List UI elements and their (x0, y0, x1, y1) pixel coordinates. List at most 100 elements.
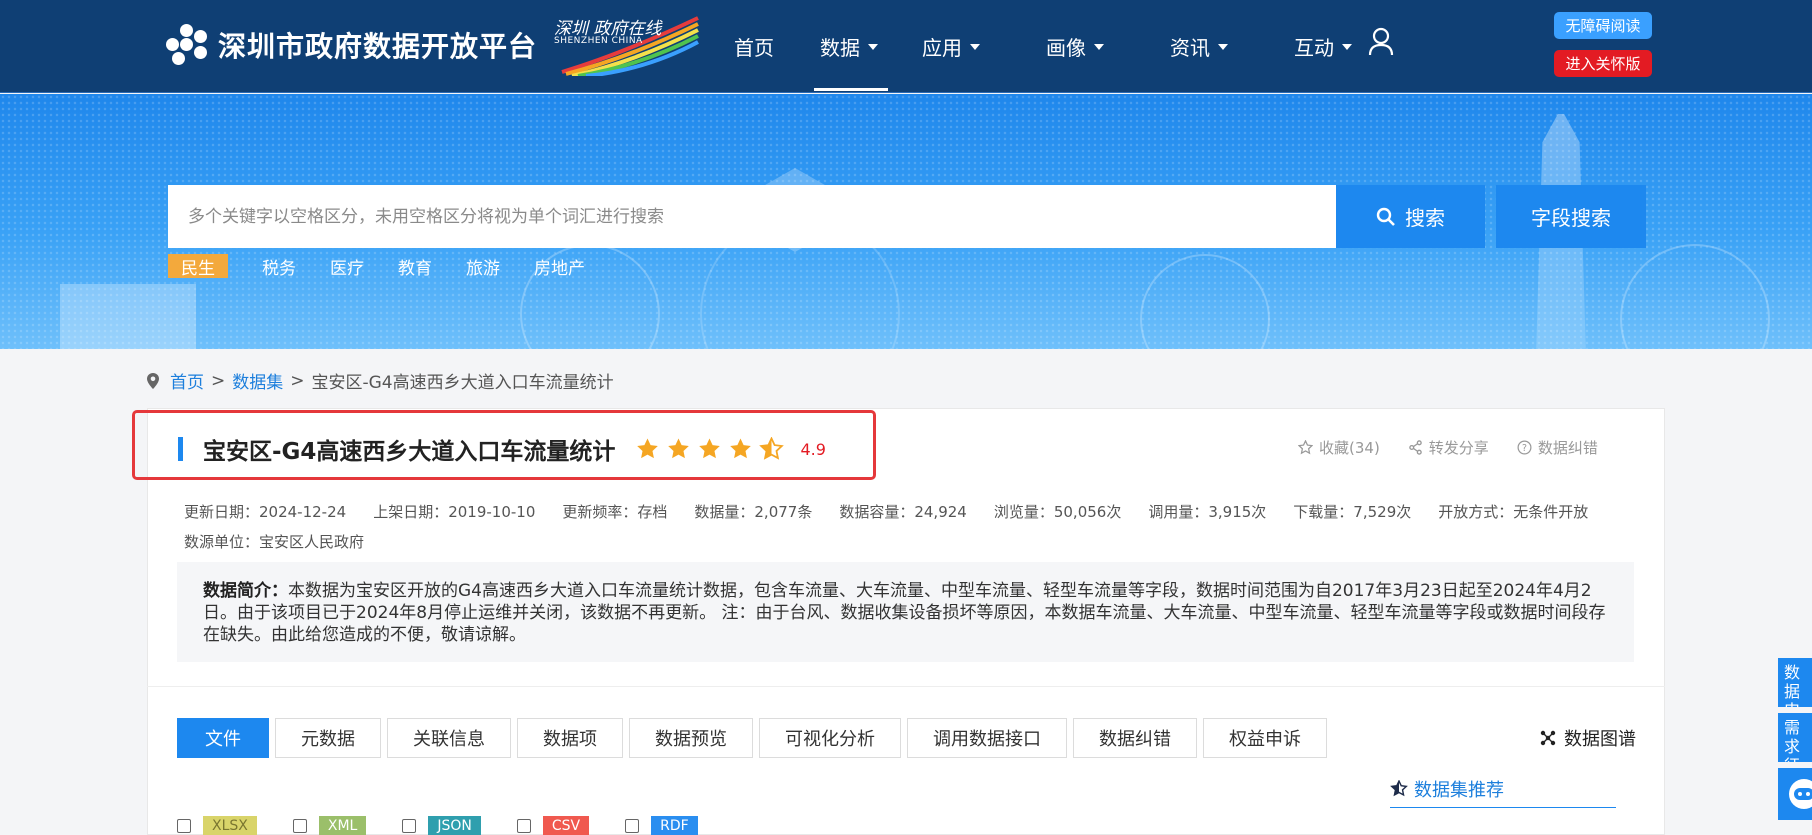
tab-files[interactable]: 文件 (177, 718, 269, 758)
error-report-button[interactable]: ? 数据纠错 (1517, 437, 1598, 458)
format-badge: JSON (428, 816, 481, 835)
data-graph-link[interactable]: 数据图谱 (1540, 725, 1636, 751)
meta-api-calls: 调用量：3,915次 (1148, 503, 1267, 521)
breadcrumb-home[interactable]: 首页 (170, 368, 204, 393)
sz-logo-en: SHENZHEN CHINA (554, 36, 643, 46)
format-badge: CSV (542, 816, 590, 835)
field-search-button[interactable]: 字段搜索 (1496, 185, 1646, 248)
nav-portrait[interactable]: 画像 (998, 0, 1122, 93)
breadcrumb-separator: > (211, 370, 226, 391)
hot-tag[interactable]: 教育 (398, 254, 432, 279)
breadcrumb-separator: > (290, 370, 305, 391)
side-demand-button[interactable]: 需求征集 (1778, 713, 1812, 762)
tab-visual-analysis[interactable]: 可视化分析 (759, 718, 901, 758)
title-accent-bar (178, 437, 183, 461)
hot-tag[interactable]: 旅游 (466, 254, 500, 279)
format-option[interactable]: XLSX (177, 816, 257, 835)
nav-apps[interactable]: 应用 (896, 0, 998, 93)
description-text: 本数据为宝安区开放的G4高速西乡大道入口车流量统计数据，包含车流量、大车流量、中… (203, 581, 1606, 645)
chevron-down-icon (1218, 43, 1228, 50)
format-option[interactable]: CSV (516, 816, 590, 835)
dataset-title-area: 宝安区-G4高速西乡大道入口车流量统计 4.9 (178, 432, 826, 466)
search-icon (1376, 207, 1395, 226)
format-option[interactable]: XML (292, 816, 367, 835)
site-title: 深圳市政府数据开放平台 (218, 30, 538, 63)
format-checkbox[interactable] (177, 818, 191, 833)
nav-home[interactable]: 首页 (716, 0, 792, 93)
star-rating[interactable]: 4.9 (635, 437, 826, 461)
hot-tag[interactable]: 民生 (168, 254, 228, 279)
tab-api[interactable]: 调用数据接口 (907, 718, 1067, 758)
meta-source-unit: 数源单位：宝安区人民政府 (184, 533, 365, 551)
nav-label: 画像 (1046, 36, 1086, 60)
search-button-label: 搜索 (1405, 206, 1445, 230)
nav-label: 应用 (922, 36, 962, 60)
star-full-icon (730, 438, 752, 459)
chevron-down-icon (970, 43, 980, 50)
favorite-button[interactable]: 收藏(34) (1298, 437, 1380, 458)
hot-tags: 民生 税务 医疗 教育 旅游 房地产 (168, 254, 619, 279)
tab-data-items[interactable]: 数据项 (517, 718, 623, 758)
format-checkbox[interactable] (402, 818, 417, 833)
side-data-apply-button[interactable]: 数据申请 (1778, 658, 1812, 707)
tab-appeal[interactable]: 权益申诉 (1203, 718, 1327, 758)
share-icon (1409, 440, 1422, 455)
question-circle-icon: ? (1517, 440, 1532, 455)
format-checkbox[interactable] (625, 818, 640, 833)
hot-tag[interactable]: 房地产 (534, 254, 585, 279)
side-assistant-button[interactable] (1778, 768, 1812, 820)
chevron-down-icon (1342, 43, 1352, 50)
dataset-tabs: 文件 元数据 关联信息 数据项 数据预览 可视化分析 调用数据接口 数据纠错 权… (177, 718, 1333, 758)
share-label: 转发分享 (1428, 439, 1489, 457)
hot-tag[interactable]: 税务 (262, 254, 296, 279)
star-outline-icon (1298, 440, 1313, 455)
nav-interact[interactable]: 互动 (1246, 0, 1370, 93)
meta-frequency: 更新频率：存档 (562, 503, 668, 521)
tab-preview[interactable]: 数据预览 (629, 718, 753, 758)
share-button[interactable]: 转发分享 (1408, 437, 1489, 458)
accessibility-button[interactable]: 无障碍阅读 (1554, 12, 1652, 39)
format-option[interactable]: JSON (402, 816, 481, 835)
dataset-actions: 收藏(34) 转发分享 ? 数据纠错 (1298, 437, 1626, 458)
breadcrumb: 首页 > 数据集 > 宝安区-G4高速西乡大道入口车流量统计 (146, 368, 614, 393)
nav-news[interactable]: 资讯 (1122, 0, 1246, 93)
breadcrumb-datasets[interactable]: 数据集 (232, 368, 283, 393)
favorite-label: 收藏(34) (1319, 439, 1380, 457)
chevron-down-icon (868, 43, 878, 50)
format-checkbox[interactable] (292, 818, 307, 833)
rating-value: 4.9 (800, 439, 826, 459)
recommend-header[interactable]: 数据集推荐 (1390, 770, 1616, 808)
nav-label: 资讯 (1170, 36, 1210, 60)
meta-views: 浏览量：50,056次 (993, 503, 1122, 521)
dataset-title: 宝安区-G4高速西乡大道入口车流量统计 (203, 439, 616, 465)
dataset-meta: 更新日期：2024-12-24 上架日期：2019-10-10 更新频率：存档 数据量… (184, 497, 1624, 557)
tab-related[interactable]: 关联信息 (387, 718, 511, 758)
site-logo[interactable]: 深圳市政府数据开放平台 (166, 24, 537, 66)
search-input[interactable] (188, 206, 1336, 227)
location-pin-icon (147, 372, 159, 389)
meta-downloads: 下载量：7,529次 (1293, 503, 1412, 521)
format-option[interactable]: RDF (625, 816, 698, 835)
care-mode-button[interactable]: 进入关怀版 (1554, 50, 1652, 77)
breadcrumb-current: 宝安区-G4高速西乡大道入口车流量统计 (311, 373, 614, 393)
search-button[interactable]: 搜索 (1336, 185, 1485, 248)
tab-error-report[interactable]: 数据纠错 (1073, 718, 1197, 758)
hot-tag[interactable]: 医疗 (330, 254, 364, 279)
nav-label: 数据 (820, 36, 860, 60)
format-checkbox[interactable] (516, 818, 531, 833)
meta-record-count: 数据量：2,077条 (694, 503, 813, 521)
chevron-down-icon (1094, 43, 1104, 50)
format-badge: XML (318, 816, 367, 835)
meta-open-mode: 开放方式：无条件开放 (1438, 503, 1589, 521)
shenzhen-online-logo[interactable]: 深圳 政府在线 SHENZHEN CHINA (552, 14, 700, 76)
star-full-icon (637, 438, 659, 459)
meta-publish-date: 上架日期：2019-10-10 (373, 503, 536, 521)
meta-capacity: 数据容量：24,924 (839, 503, 967, 521)
user-icon[interactable] (1368, 27, 1394, 57)
section-divider (147, 686, 1665, 687)
nav-data[interactable]: 数据 (792, 0, 896, 93)
dataset-description: 数据简介：本数据为宝安区开放的G4高速西乡大道入口车流量统计数据，包含车流量、大… (177, 562, 1634, 662)
star-full-icon (668, 438, 690, 459)
tab-metadata[interactable]: 元数据 (275, 718, 381, 758)
data-graph-label: 数据图谱 (1564, 729, 1636, 750)
